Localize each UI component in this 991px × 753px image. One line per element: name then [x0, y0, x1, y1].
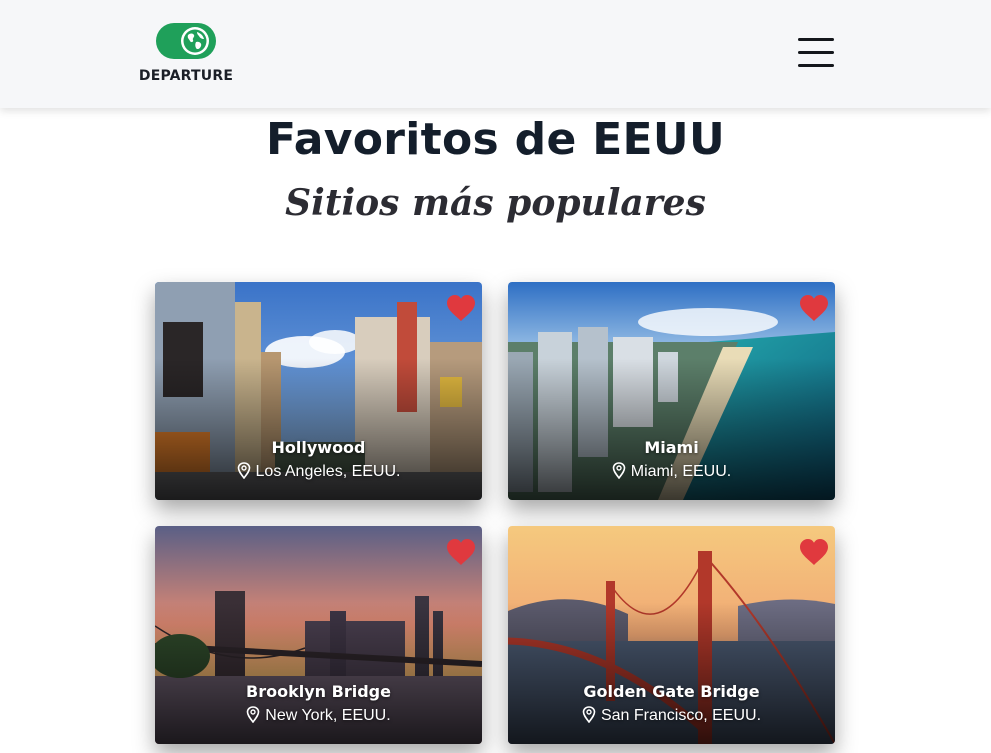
card-location-text: New York, EEUU. [265, 707, 391, 724]
destination-card-miami[interactable]: Miami Miami, EEUU. [508, 282, 835, 500]
card-location: Miami, EEUU. [508, 462, 835, 481]
card-location-text: San Francisco, EEUU. [600, 707, 762, 724]
logo-text: DEPARTURE [138, 68, 234, 84]
location-pin-icon [612, 462, 626, 479]
page-title: Favoritos de EEUU [266, 114, 725, 165]
hamburger-menu-button[interactable] [796, 36, 836, 70]
favorite-heart-icon[interactable] [446, 294, 476, 322]
menu-icon-bar [798, 64, 834, 67]
card-title: Miami [644, 438, 699, 457]
destination-card-brooklyn-bridge[interactable]: Brooklyn Bridge New York, EEUU. [155, 526, 482, 744]
hamburger-menu-icon [798, 38, 834, 41]
card-location: San Francisco, EEUU. [508, 706, 835, 725]
location-pin-icon [582, 706, 596, 723]
favorite-heart-icon[interactable] [446, 538, 476, 566]
top-navigation-bar: DEPARTURE [0, 0, 991, 108]
card-location-text: Miami, EEUU. [630, 463, 732, 480]
departure-logo[interactable]: DEPARTURE [136, 23, 236, 87]
destination-card-golden-gate-bridge[interactable]: Golden Gate Bridge San Francisco, EEUU. [508, 526, 835, 744]
card-title: Brooklyn Bridge [246, 682, 391, 701]
card-title: Golden Gate Bridge [583, 682, 760, 701]
card-title: Hollywood [271, 438, 366, 457]
menu-icon-bar [798, 51, 834, 54]
globe-icon [181, 27, 209, 55]
favorite-heart-icon[interactable] [799, 538, 829, 566]
location-pin-icon [246, 706, 260, 723]
card-location: Los Angeles, EEUU. [155, 462, 482, 481]
destination-card-hollywood[interactable]: Hollywood Los Angeles, EEUU. [155, 282, 482, 500]
card-location: New York, EEUU. [155, 706, 482, 725]
favorite-heart-icon[interactable] [799, 294, 829, 322]
card-location-text: Los Angeles, EEUU. [255, 463, 401, 480]
location-pin-icon [237, 462, 250, 479]
page-subtitle: Sitios más populares [285, 182, 706, 224]
